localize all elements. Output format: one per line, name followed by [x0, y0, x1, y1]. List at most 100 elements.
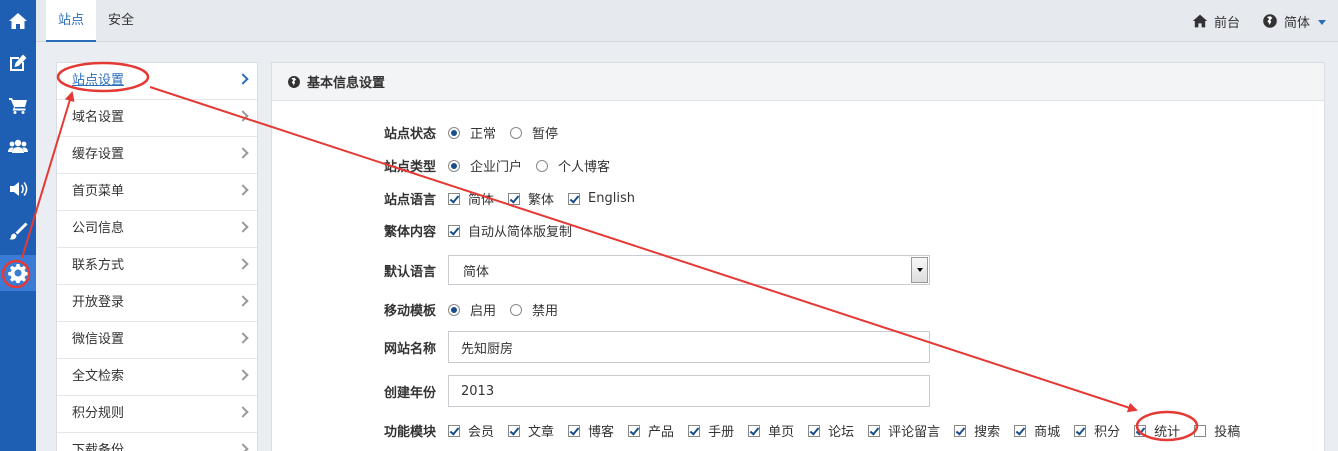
option-label: 文章 — [528, 425, 555, 440]
radio-button[interactable] — [536, 159, 549, 172]
module-checkbox[interactable]: 统计 — [1134, 421, 1180, 440]
radio-button[interactable] — [448, 126, 460, 139]
checkbox[interactable] — [1074, 424, 1087, 437]
checkbox[interactable] — [508, 192, 521, 205]
rail-home[interactable] — [0, 3, 36, 39]
default-language-row: 默认语言 简体 — [272, 255, 1324, 285]
option-label: 简体 — [468, 193, 495, 208]
founded-year-input[interactable] — [448, 375, 930, 407]
site-type-portal-radio[interactable]: 企业门户 — [448, 156, 522, 175]
checkbox[interactable] — [1014, 424, 1027, 437]
submenu-item-wechat[interactable]: 微信设置 — [57, 322, 257, 359]
chevron-right-icon — [237, 258, 249, 270]
module-checkbox[interactable]: 搜索 — [954, 421, 1000, 440]
submenu-item-label: 全文检索 — [72, 369, 125, 384]
site-type-blog-radio[interactable]: 个人博客 — [536, 156, 610, 175]
speaker-icon — [10, 182, 28, 196]
site-language-row: 站点语言 简体 繁体 English — [272, 189, 1324, 208]
frontend-link[interactable]: 前台 — [1192, 0, 1240, 42]
mobile-enable-radio[interactable]: 启用 — [448, 300, 496, 319]
option-label: 手册 — [708, 425, 735, 440]
checkbox[interactable] — [868, 424, 881, 437]
radio-button[interactable] — [448, 159, 460, 172]
submenu-item-label: 下载备份 — [72, 443, 125, 451]
module-checkbox[interactable]: 积分 — [1074, 421, 1120, 440]
auto-copy-checkbox[interactable]: 自动从简体版复制 — [448, 221, 572, 240]
checkbox[interactable] — [628, 424, 641, 437]
language-simplified-checkbox[interactable]: 简体 — [448, 189, 494, 208]
submenu-item-domain[interactable]: 域名设置 — [57, 100, 257, 137]
submenu-item-home-menu[interactable]: 首页菜单 — [57, 174, 257, 211]
submenu-item-points[interactable]: 积分规则 — [57, 396, 257, 433]
site-status-normal-radio[interactable]: 正常 — [448, 123, 496, 142]
option-label: 产品 — [648, 425, 675, 440]
language-traditional-checkbox[interactable]: 繁体 — [508, 189, 554, 208]
checkbox[interactable] — [688, 424, 701, 437]
site-status-paused-radio[interactable]: 暂停 — [510, 123, 558, 142]
radio-button[interactable] — [448, 303, 460, 316]
site-name-row: 网站名称 — [272, 331, 1324, 363]
option-label: 统计 — [1154, 425, 1181, 440]
module-checkbox[interactable]: 会员 — [448, 421, 494, 440]
checkbox[interactable] — [1194, 424, 1207, 437]
mobile-disable-radio[interactable]: 禁用 — [510, 300, 558, 319]
tab-security[interactable]: 安全 — [98, 0, 144, 42]
submenu-item-contact[interactable]: 联系方式 — [57, 248, 257, 285]
module-checkbox[interactable]: 手册 — [688, 421, 734, 440]
founded-year-label: 创建年份 — [383, 385, 436, 401]
rail-settings[interactable] — [0, 255, 36, 291]
rail-cart[interactable] — [0, 87, 36, 123]
submenu-item-cache[interactable]: 缓存设置 — [57, 137, 257, 174]
checkbox[interactable] — [448, 224, 460, 237]
checkbox[interactable] — [808, 424, 821, 437]
option-label: 搜索 — [974, 425, 1001, 440]
checkbox[interactable] — [1134, 424, 1147, 437]
chevron-right-icon — [237, 147, 249, 159]
submenu-item-open-login[interactable]: 开放登录 — [57, 285, 257, 322]
module-checkbox[interactable]: 投稿 — [1194, 421, 1240, 440]
module-checkbox[interactable]: 论坛 — [808, 421, 854, 440]
module-checkbox[interactable]: 商城 — [1014, 421, 1060, 440]
language-english-checkbox[interactable]: English — [568, 191, 635, 206]
module-checkbox[interactable]: 评论留言 — [868, 421, 940, 440]
rail-users[interactable] — [0, 129, 36, 165]
site-name-input[interactable] — [448, 331, 930, 363]
default-language-select[interactable]: 简体 — [448, 255, 930, 285]
checkbox[interactable] — [954, 424, 967, 437]
submenu-item-company[interactable]: 公司信息 — [57, 211, 257, 248]
radio-button[interactable] — [510, 303, 523, 316]
chevron-right-icon — [237, 406, 249, 418]
module-checkbox[interactable]: 产品 — [628, 421, 674, 440]
panel-header: 基本信息设置 — [272, 63, 1324, 101]
module-checkbox[interactable]: 博客 — [568, 421, 614, 440]
chevron-down-icon[interactable] — [911, 257, 928, 283]
radio-button[interactable] — [510, 126, 523, 139]
submenu-item-fulltext[interactable]: 全文检索 — [57, 359, 257, 396]
submenu-item-site-settings[interactable]: 站点设置 — [57, 63, 257, 100]
top-bar: 站点 安全 前台 简体 — [36, 0, 1338, 42]
rail-speaker[interactable] — [0, 171, 36, 207]
module-checkbox[interactable]: 单页 — [748, 421, 794, 440]
globe-icon — [288, 75, 300, 88]
rail-brush[interactable] — [0, 213, 36, 249]
rail-edit[interactable] — [0, 45, 36, 81]
option-label: 商城 — [1034, 425, 1061, 440]
option-label: 繁体 — [528, 193, 555, 208]
checkbox[interactable] — [568, 192, 581, 205]
language-switch[interactable]: 简体 — [1262, 0, 1327, 42]
chevron-right-icon — [237, 443, 249, 451]
cart-icon — [9, 98, 27, 114]
option-label: 会员 — [468, 425, 495, 440]
checkbox[interactable] — [508, 424, 521, 437]
option-label: 积分 — [1094, 425, 1121, 440]
option-label: 启用 — [470, 304, 497, 319]
checkbox[interactable] — [448, 424, 460, 437]
checkbox[interactable] — [748, 424, 761, 437]
submenu-item-backup[interactable]: 下载备份 — [57, 433, 257, 451]
module-checkbox[interactable]: 文章 — [508, 421, 554, 440]
home-icon — [9, 13, 27, 29]
tab-site[interactable]: 站点 — [46, 0, 96, 42]
checkbox[interactable] — [448, 192, 460, 205]
chevron-down-icon — [1318, 19, 1327, 25]
checkbox[interactable] — [568, 424, 581, 437]
